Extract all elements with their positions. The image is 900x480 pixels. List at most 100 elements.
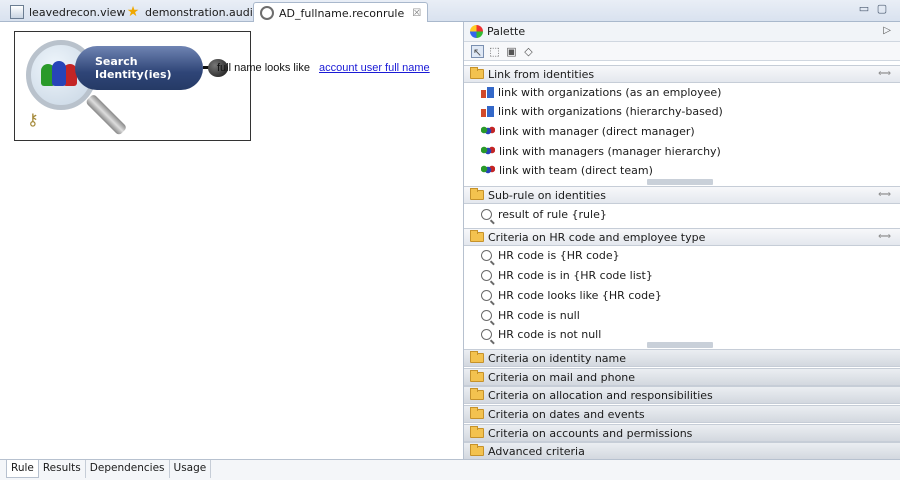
view-file-icon bbox=[10, 5, 24, 19]
palette-entry-link-org-employee[interactable]: link with organizations (as an employee) bbox=[464, 83, 900, 102]
tab-usage[interactable]: Usage bbox=[170, 460, 212, 478]
search-identities-label: Search Identity(ies) bbox=[75, 46, 203, 90]
editor-tab-bar: leavedrecon.view ★ demonstration.audit A… bbox=[0, 0, 900, 23]
drawer-label: Link from identities bbox=[488, 67, 595, 81]
tab-label: demonstration.audit bbox=[145, 5, 258, 19]
drawer-label: Criteria on accounts and permissions bbox=[488, 426, 693, 440]
search-icon bbox=[481, 270, 492, 281]
search-icon bbox=[260, 6, 274, 20]
drawer-label: Criteria on mail and phone bbox=[488, 370, 636, 384]
drawer-criteria-mail-phone[interactable]: Criteria on mail and phone bbox=[464, 368, 900, 386]
entry-label: link with team (direct team) bbox=[499, 164, 653, 177]
drawer-criteria-accounts-permissions[interactable]: Criteria on accounts and permissions bbox=[464, 424, 900, 442]
palette-entry-link-org-hierarchy[interactable]: link with organizations (hierarchy-based… bbox=[464, 102, 900, 121]
minimize-icon[interactable]: ▭ bbox=[858, 3, 870, 15]
marquee-tool-icon[interactable]: ⬚ bbox=[488, 45, 501, 58]
search-node-line1: Search bbox=[95, 55, 138, 68]
organization-icon bbox=[481, 106, 494, 117]
drawer-criteria-dates-events[interactable]: Criteria on dates and events bbox=[464, 405, 900, 423]
tab-dependencies[interactable]: Dependencies bbox=[86, 460, 170, 478]
drawer-sub-rule-on-identities[interactable]: Sub-rule on identities ⟺ bbox=[464, 186, 900, 204]
palette-entry-link-managers[interactable]: link with managers (manager hierarchy) bbox=[464, 142, 900, 161]
palette-entry-hr-code-like[interactable]: HR code looks like {HR code} bbox=[464, 286, 900, 305]
drawer-label: Criteria on dates and events bbox=[488, 407, 645, 421]
search-identities-node[interactable]: ⚷ Search Identity(ies) bbox=[14, 31, 251, 141]
palette-entry-hr-code-in[interactable]: HR code is in {HR code list} bbox=[464, 266, 900, 285]
drawer-link-from-identities[interactable]: Link from identities ⟺ bbox=[464, 65, 900, 83]
tab-label: leavedrecon.view bbox=[29, 5, 126, 19]
entry-label: HR code is null bbox=[498, 309, 580, 322]
drawer-scroll-handle[interactable] bbox=[647, 179, 713, 185]
criteria-expression: full name looks like account user full n… bbox=[217, 62, 430, 74]
palette-entry-result-of-rule[interactable]: result of rule {rule} bbox=[464, 205, 900, 224]
folder-icon bbox=[470, 370, 484, 382]
pin-drawer-icon[interactable]: ⟺ bbox=[878, 190, 891, 200]
pin-drawer-icon[interactable]: ⟺ bbox=[878, 232, 891, 242]
folder-icon bbox=[470, 444, 484, 456]
entry-label: link with organizations (hierarchy-based… bbox=[498, 105, 723, 118]
tab-results[interactable]: Results bbox=[39, 460, 86, 478]
entry-label: HR code is {HR code} bbox=[498, 249, 620, 262]
keys-icon: ⚷ bbox=[27, 110, 39, 129]
palette-title: Palette bbox=[487, 25, 526, 38]
palette-entry-link-manager[interactable]: link with manager (direct manager) bbox=[464, 122, 900, 141]
folder-icon bbox=[470, 351, 484, 363]
identities-icon bbox=[39, 56, 79, 86]
search-icon bbox=[481, 310, 492, 321]
entry-label: link with organizations (as an employee) bbox=[498, 86, 722, 99]
search-node-line2: Identity(ies) bbox=[95, 68, 172, 81]
close-tab-icon[interactable]: ☒ bbox=[412, 8, 421, 19]
drawer-criteria-hr-code[interactable]: Criteria on HR code and employee type ⟺ bbox=[464, 228, 900, 246]
entry-label: link with manager (direct manager) bbox=[499, 125, 695, 138]
magnifier-handle bbox=[85, 93, 128, 136]
tab-demonstration-audit[interactable]: ★ demonstration.audit bbox=[120, 2, 263, 22]
star-icon: ★ bbox=[126, 4, 140, 20]
select-tool-icon[interactable]: ↖ bbox=[471, 44, 484, 59]
drawer-scroll-handle[interactable] bbox=[647, 342, 713, 348]
zoom-tool-icon[interactable]: ▣ bbox=[505, 45, 518, 58]
drawer-criteria-identity-name[interactable]: Criteria on identity name bbox=[464, 349, 900, 367]
palette-entry-link-team[interactable]: link with team (direct team) bbox=[464, 161, 900, 180]
entry-label: HR code looks like {HR code} bbox=[498, 289, 662, 302]
folder-open-icon bbox=[470, 188, 484, 200]
criteria-parameter-link[interactable]: account user full name bbox=[319, 62, 430, 74]
maximize-icon[interactable]: ▢ bbox=[876, 3, 888, 15]
tab-label: AD_fullname.reconrule bbox=[279, 6, 405, 20]
drawer-label: Advanced criteria bbox=[488, 444, 585, 458]
drawer-advanced-criteria[interactable]: Advanced criteria bbox=[464, 442, 900, 460]
drawer-label: Criteria on allocation and responsibilit… bbox=[488, 388, 713, 402]
collapse-palette-icon[interactable]: ▷ bbox=[883, 25, 891, 36]
eraser-tool-icon[interactable]: ◇ bbox=[522, 45, 535, 58]
pin-drawer-icon[interactable]: ⟺ bbox=[878, 69, 891, 79]
folder-open-icon bbox=[470, 230, 484, 242]
editor-page-tabs: Rule Results Dependencies Usage bbox=[0, 459, 900, 480]
entry-label: result of rule {rule} bbox=[498, 208, 607, 221]
palette-entry-hr-code-null[interactable]: HR code is null bbox=[464, 306, 900, 325]
folder-icon bbox=[470, 407, 484, 419]
palette-panel: Palette ▷ ↖ ⬚ ▣ ◇ Link from identities ⟺… bbox=[463, 22, 900, 460]
organization-icon bbox=[481, 87, 494, 98]
palette-entry-hr-code-is[interactable]: HR code is {HR code} bbox=[464, 246, 900, 265]
tab-leavedrecon-view[interactable]: leavedrecon.view bbox=[4, 2, 131, 22]
identities-icon bbox=[481, 164, 495, 177]
entry-label: HR code is not null bbox=[498, 328, 602, 341]
palette-header: Palette ▷ bbox=[464, 22, 900, 42]
folder-open-icon bbox=[470, 67, 484, 79]
search-icon bbox=[481, 209, 492, 220]
criteria-text: full name looks like bbox=[217, 62, 310, 74]
tab-rule[interactable]: Rule bbox=[6, 460, 39, 478]
identities-icon bbox=[481, 125, 495, 138]
palette-icon bbox=[470, 25, 483, 38]
palette-toolbar: ↖ ⬚ ▣ ◇ bbox=[464, 42, 900, 61]
folder-icon bbox=[470, 426, 484, 438]
drawer-criteria-allocation[interactable]: Criteria on allocation and responsibilit… bbox=[464, 386, 900, 404]
identities-icon bbox=[481, 145, 495, 158]
search-icon bbox=[481, 250, 492, 261]
drawer-label: Criteria on identity name bbox=[488, 351, 627, 365]
tab-ad-fullname-reconrule[interactable]: AD_fullname.reconrule ☒ bbox=[253, 2, 429, 23]
entry-label: HR code is in {HR code list} bbox=[498, 269, 653, 282]
folder-icon bbox=[470, 388, 484, 400]
entry-label: link with managers (manager hierarchy) bbox=[499, 145, 721, 158]
rule-editor-canvas[interactable]: ⚷ Search Identity(ies) full name looks l… bbox=[0, 22, 463, 459]
search-icon bbox=[481, 290, 492, 301]
